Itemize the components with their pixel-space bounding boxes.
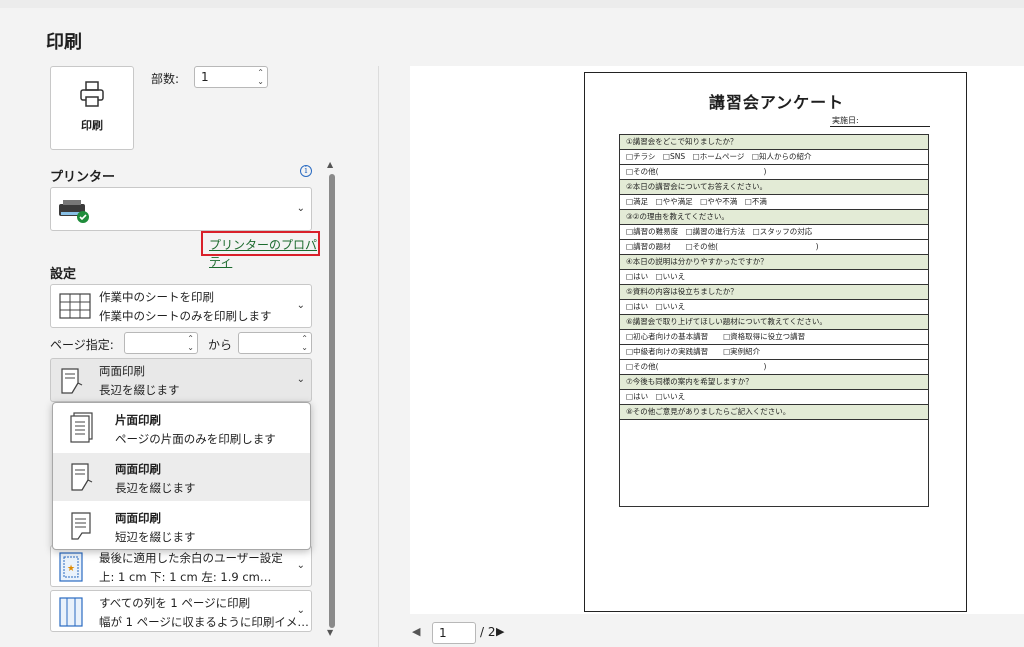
page-title: 印刷 [46, 32, 82, 53]
answer-row: □はい □いいえ [620, 300, 928, 315]
print-what-title: 作業中のシートを印刷 [99, 290, 214, 304]
duplex-select[interactable]: 両面印刷 長辺を綴じます ⌄ [50, 358, 312, 402]
dropdown-item-duplex-short[interactable]: 両面印刷 短辺を綴じます [53, 502, 310, 550]
date-label: 実施日: [830, 115, 930, 127]
printer-icon [80, 81, 104, 107]
scroll-down-arrow-icon[interactable]: ▼ [327, 628, 333, 637]
spinner-icon[interactable]: ⌃ ⌄ [187, 334, 194, 352]
pages-from-label: から [208, 338, 233, 352]
fit-columns-icon [59, 597, 83, 627]
chevron-down-icon: ⌄ [296, 560, 305, 571]
answer-row: □初心者向けの基本講習 □資格取得に役立つ講習 [620, 330, 928, 345]
question-row: ⑦今後も同様の案内を希望しますか？ [620, 375, 928, 390]
page-total: / 2 [480, 625, 496, 639]
chevron-down-icon: ⌄ [296, 605, 305, 616]
question-row: ⑥講習会で取り上げてほしい題材について教えてください。 [620, 315, 928, 330]
copies-spinner[interactable]: ⌃ ⌄ [257, 68, 264, 86]
questionnaire-table: ①講習会をどこで知りましたか？ □チラシ □SNS □ホームページ □知人からの紹… [619, 134, 929, 507]
answer-row: □はい □いいえ [620, 390, 928, 405]
dropdown-item-single-sided[interactable]: 片面印刷 ページの片面のみを印刷します [53, 404, 310, 452]
dropdown-item-desc: ページの片面のみを印刷します [115, 432, 276, 446]
copies-label: 部数: [151, 72, 180, 86]
dropdown-item-title: 片面印刷 [115, 413, 161, 427]
prev-page-icon[interactable]: ◀ [412, 625, 420, 638]
duplex-long-edge-icon [71, 463, 93, 491]
answer-row: □講習の難易度 □講習の進行方法 □スタッフの対応 [620, 225, 928, 240]
doc-title: 講習会アンケート [708, 93, 845, 112]
printer-properties-link[interactable]: プリンターのプロパティ [201, 231, 320, 269]
copies-input[interactable]: 1 ⌃ ⌄ [194, 66, 268, 88]
scaling-select[interactable]: すべての列を 1 ページに印刷 幅が 1 ページに収まるように印刷イメ… ⌄ [50, 590, 312, 632]
dropdown-item-desc: 短辺を綴じます [115, 530, 196, 544]
duplex-title: 両面印刷 [99, 364, 145, 378]
question-row: ⑧その他ご意見がありましたらご記入ください。 [620, 405, 928, 420]
print-what-select[interactable]: 作業中のシートを印刷 作業中のシートのみを印刷します ⌄ [50, 284, 312, 328]
duplex-desc: 長辺を綴じます [99, 383, 180, 397]
margins-icon: ★ [59, 552, 83, 582]
answer-row: □その他( ) [620, 360, 928, 375]
printer-heading: プリンター [50, 170, 116, 185]
question-row: ②本日の講習会についてお答えください。 [620, 180, 928, 195]
print-what-desc: 作業中のシートのみを印刷します [99, 309, 272, 323]
top-strip [0, 0, 1024, 8]
print-button-label: 印刷 [81, 119, 103, 132]
pages-label: ページ指定: [50, 338, 114, 352]
panel-divider [378, 66, 379, 647]
scaling-desc: 幅が 1 ページに収まるように印刷イメ… [99, 615, 309, 629]
next-page-icon[interactable]: ▶ [496, 625, 504, 638]
info-icon[interactable]: i [300, 165, 312, 177]
dropdown-item-title: 両面印刷 [115, 462, 161, 476]
svg-text:★: ★ [67, 564, 75, 574]
margins-select[interactable]: ★ 最後に適用した余白のユーザー設定 上: 1 cm 下: 1 cm 左: 1.… [50, 545, 312, 587]
printer-select[interactable]: ⌄ [50, 187, 312, 231]
answer-row: □その他( ) [620, 165, 928, 180]
question-row: ⑤資料の内容は役立ちましたか？ [620, 285, 928, 300]
dropdown-item-desc: 長辺を綴じます [115, 481, 196, 495]
dropdown-item-duplex-long[interactable]: 両面印刷 長辺を綴じます [53, 453, 310, 501]
chevron-down-icon: ⌄ [296, 203, 305, 214]
scroll-thumb[interactable] [329, 174, 335, 628]
dropdown-item-title: 両面印刷 [115, 511, 161, 525]
scaling-title: すべての列を 1 ページに印刷 [99, 596, 251, 610]
duplex-long-edge-icon [61, 368, 83, 394]
comment-area [620, 420, 928, 506]
answer-row: □中級者向けの実践講習 □実例紹介 [620, 345, 928, 360]
answer-row: □講習の題材 □その他( ) [620, 240, 928, 255]
page-number-input[interactable]: 1 [432, 622, 476, 644]
print-button[interactable]: 印刷 [50, 66, 134, 150]
answer-row: □はい □いいえ [620, 270, 928, 285]
settings-scrollbar[interactable]: ▲ ▼ [326, 160, 338, 638]
pages-to-input[interactable]: ⌃ ⌄ [238, 332, 312, 354]
sheet-grid-icon [59, 293, 91, 319]
duplex-short-edge-icon [71, 512, 91, 540]
pages-from-input[interactable]: ⌃ ⌄ [124, 332, 198, 354]
preview-page: 講習会アンケート 実施日: ①講習会をどこで知りましたか？ □チラシ □SNS □… [584, 72, 967, 612]
settings-heading: 設定 [50, 267, 77, 282]
printer-status-icon [59, 200, 89, 223]
question-row: ④本日の説明は分かりやすかったですか？ [620, 255, 928, 270]
scroll-up-arrow-icon[interactable]: ▲ [327, 160, 333, 169]
question-row: ③②の理由を教えてください。 [620, 210, 928, 225]
question-row: ①講習会をどこで知りましたか？ [620, 135, 928, 150]
chevron-down-icon: ⌄ [296, 300, 305, 311]
single-sided-icon [70, 412, 93, 443]
spinner-icon[interactable]: ⌃ ⌄ [301, 334, 308, 352]
copies-value: 1 [201, 70, 209, 84]
margins-title: 最後に適用した余白のユーザー設定 [99, 551, 283, 565]
answer-row: □満足 □やや満足 □やや不満 □不満 [620, 195, 928, 210]
chevron-down-icon: ⌄ [296, 374, 305, 385]
duplex-dropdown-menu: 片面印刷 ページの片面のみを印刷します 両面印刷 長辺を綴じます 両面印刷 短辺… [52, 402, 311, 550]
margins-desc: 上: 1 cm 下: 1 cm 左: 1.9 cm… [99, 570, 272, 584]
answer-row: □チラシ □SNS □ホームページ □知人からの紹介 [620, 150, 928, 165]
